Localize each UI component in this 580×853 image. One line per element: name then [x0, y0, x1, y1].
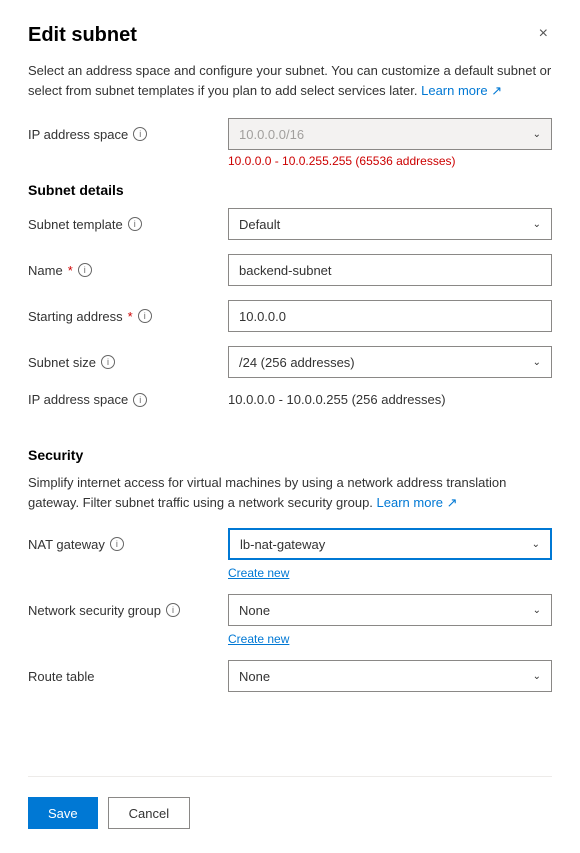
learn-more-link-top[interactable]: Learn more ↗ [421, 83, 502, 98]
save-button[interactable]: Save [28, 797, 98, 829]
nat-gateway-select[interactable]: lb-nat-gateway ⌄ [228, 528, 552, 560]
route-table-row: Route table None ⌄ [28, 660, 552, 692]
panel-title: Edit subnet [28, 24, 137, 47]
nat-gateway-label: NAT gateway i [28, 537, 228, 552]
starting-address-control [228, 300, 552, 332]
nsg-control: None ⌄ [228, 594, 552, 626]
name-info-icon[interactable]: i [78, 263, 92, 277]
security-description: Simplify internet access for virtual mac… [28, 473, 552, 512]
subnet-ip-space-info-icon[interactable]: i [133, 393, 147, 407]
nat-gateway-info-icon[interactable]: i [110, 537, 124, 551]
panel-footer: Save Cancel [28, 776, 552, 853]
subnet-template-row: Subnet template i Default ⌄ [28, 208, 552, 240]
nsg-select[interactable]: None ⌄ [228, 594, 552, 626]
nsg-create-new-link[interactable]: Create new [228, 632, 552, 646]
ip-address-space-control: 10.0.0.0/16 ⌄ [228, 118, 552, 150]
starting-address-info-icon[interactable]: i [138, 309, 152, 323]
subnet-template-label: Subnet template i [28, 217, 228, 232]
subnet-size-label: Subnet size i [28, 355, 228, 370]
panel-description: Select an address space and configure yo… [28, 61, 552, 100]
subnet-template-chevron-icon: ⌄ [533, 219, 541, 230]
close-button[interactable]: × [535, 24, 552, 44]
edit-subnet-panel: Edit subnet × Select an address space an… [0, 0, 580, 853]
ip-address-space-info-icon[interactable]: i [133, 127, 147, 141]
nat-gateway-create-new-link[interactable]: Create new [228, 566, 552, 580]
subnet-name-row: Name * i [28, 254, 552, 286]
subnet-size-control: /24 (256 addresses) ⌄ [228, 346, 552, 378]
subnet-name-label: Name * i [28, 263, 228, 278]
security-learn-more-link[interactable]: Learn more ↗ [377, 495, 458, 510]
route-table-select[interactable]: None ⌄ [228, 660, 552, 692]
subnet-template-control: Default ⌄ [228, 208, 552, 240]
subnet-ip-space-label: IP address space i [28, 392, 228, 407]
nat-gateway-chevron-icon: ⌄ [532, 539, 540, 550]
ip-address-space-label: IP address space i [28, 127, 228, 142]
nsg-label: Network security group i [28, 603, 228, 618]
subnet-details-heading: Subnet details [28, 182, 552, 198]
route-table-control: None ⌄ [228, 660, 552, 692]
subnet-template-info-icon[interactable]: i [128, 217, 142, 231]
security-heading: Security [28, 447, 552, 463]
nsg-chevron-icon: ⌄ [533, 605, 541, 616]
subnet-size-row: Subnet size i /24 (256 addresses) ⌄ [28, 346, 552, 378]
subnet-ip-space-value: 10.0.0.0 - 10.0.0.255 (256 addresses) [228, 392, 552, 407]
security-section: Security Simplify internet access for vi… [28, 447, 552, 706]
subnet-details-section: Subnet details Subnet template i Default… [28, 182, 552, 421]
ip-address-range-text: 10.0.0.0 - 10.0.255.255 (65536 addresses… [228, 154, 552, 168]
ip-address-space-row: IP address space i 10.0.0.0/16 ⌄ [28, 118, 552, 150]
subnet-size-chevron-icon: ⌄ [533, 357, 541, 368]
route-table-label: Route table [28, 669, 228, 684]
cancel-button[interactable]: Cancel [108, 797, 190, 829]
name-required-star: * [68, 263, 73, 278]
subnet-template-select[interactable]: Default ⌄ [228, 208, 552, 240]
subnet-size-select[interactable]: /24 (256 addresses) ⌄ [228, 346, 552, 378]
subnet-name-control [228, 254, 552, 286]
subnet-name-input[interactable] [228, 254, 552, 286]
starting-address-row: Starting address * i [28, 300, 552, 332]
starting-address-input[interactable] [228, 300, 552, 332]
ip-address-space-chevron-icon: ⌄ [533, 129, 541, 140]
subnet-size-info-icon[interactable]: i [101, 355, 115, 369]
subnet-ip-space-row: IP address space i 10.0.0.0 - 10.0.0.255… [28, 392, 552, 407]
nat-gateway-control: lb-nat-gateway ⌄ [228, 528, 552, 560]
nsg-info-icon[interactable]: i [166, 603, 180, 617]
ip-address-space-select[interactable]: 10.0.0.0/16 ⌄ [228, 118, 552, 150]
starting-address-label: Starting address * i [28, 309, 228, 324]
starting-address-required-star: * [128, 309, 133, 324]
route-table-chevron-icon: ⌄ [533, 671, 541, 682]
nat-gateway-row: NAT gateway i lb-nat-gateway ⌄ [28, 528, 552, 560]
nsg-row: Network security group i None ⌄ [28, 594, 552, 626]
panel-header: Edit subnet × [28, 24, 552, 47]
